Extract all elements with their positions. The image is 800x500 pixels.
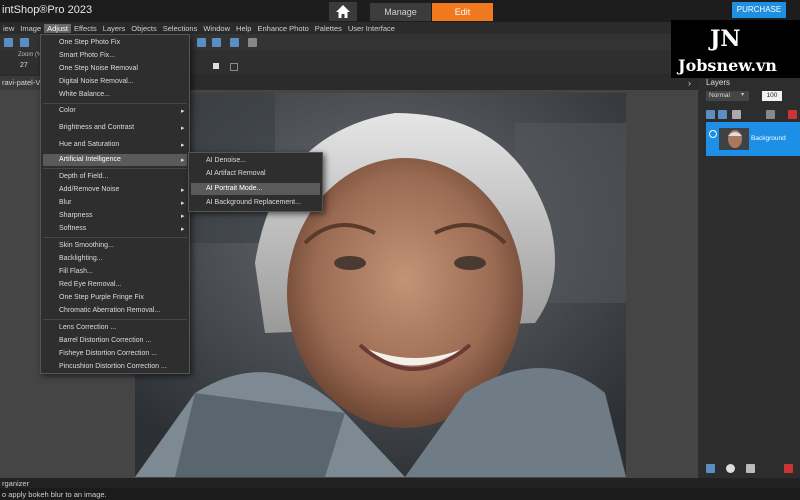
purchase-button[interactable]: PURCHASE — [732, 2, 786, 18]
menu-item-depth-of-field[interactable]: Depth of Field... — [59, 173, 108, 180]
submenu-arrow-icon: ▸ — [181, 142, 185, 149]
zoom-out-icon[interactable] — [212, 38, 221, 47]
home-icon — [336, 5, 350, 18]
submenu-item-ai-artifact-removal[interactable]: AI Artifact Removal — [206, 170, 266, 177]
submenu-arrow-icon: ▸ — [181, 213, 185, 220]
new-raster-layer-icon[interactable] — [706, 464, 715, 473]
submenu-arrow-icon: ▸ — [181, 226, 185, 233]
app-title: intShop®Pro 2023 — [2, 4, 93, 16]
brush-icon[interactable] — [248, 38, 257, 47]
menu-item-blur[interactable]: Blur — [59, 199, 71, 206]
menu-view[interactable]: iew — [0, 24, 17, 33]
menu-item-chromatic-aberration-removal[interactable]: Chromatic Aberration Removal... — [59, 307, 160, 314]
visibility-icon[interactable] — [709, 130, 717, 138]
tab-manage[interactable]: Manage — [370, 3, 431, 21]
mask-layer-icon[interactable] — [746, 464, 755, 473]
menu-item-sharpness[interactable]: Sharpness — [59, 212, 92, 219]
submenu-arrow-icon: ▸ — [181, 108, 185, 115]
submenu-arrow-icon: ▸ — [181, 125, 185, 132]
new-icon[interactable] — [4, 38, 13, 47]
organizer-tab[interactable]: rganizer — [2, 479, 29, 488]
menu-item-smart-photo-fix[interactable]: Smart Photo Fix... — [59, 52, 115, 59]
submenu-item-ai-portrait-mode[interactable]: AI Portrait Mode... — [206, 185, 262, 192]
home-button[interactable] — [329, 2, 357, 21]
menu-item-red-eye-removal[interactable]: Red Eye Removal... — [59, 281, 121, 288]
layer-thumbnail — [719, 128, 749, 150]
submenu-item-ai-denoise[interactable]: AI Denoise... — [206, 157, 246, 164]
menu-separator — [43, 168, 187, 169]
submenu-arrow-icon: ▸ — [181, 200, 185, 207]
layer-tools — [706, 110, 797, 120]
chevron-down-icon[interactable]: ▾ — [741, 91, 744, 98]
menu-separator — [43, 319, 187, 320]
menu-item-digital-noise-removal[interactable]: Digital Noise Removal... — [59, 78, 134, 85]
zoom-in-icon[interactable] — [197, 38, 206, 47]
menu-item-one-step-photo-fix[interactable]: One Step Photo Fix — [59, 39, 120, 46]
menu-selections[interactable]: Selections — [160, 24, 201, 33]
portrait-photo[interactable] — [135, 93, 626, 477]
ai-submenu: AI Denoise... AI Artifact Removal AI Por… — [188, 152, 323, 212]
adjustment-layer-icon[interactable] — [726, 464, 735, 473]
menu-item-skin-smoothing[interactable]: Skin Smoothing... — [59, 242, 114, 249]
opacity-field[interactable]: 100 — [762, 91, 782, 101]
menu-palettes[interactable]: Palettes — [312, 24, 345, 33]
menu-item-pincushion-distortion[interactable]: Pincushion Distortion Correction ... — [59, 363, 167, 370]
menu-item-add-remove-noise[interactable]: Add/Remove Noise — [59, 186, 119, 193]
menu-item-barrel-distortion[interactable]: Barrel Distortion Correction ... — [59, 337, 151, 344]
grid-icon[interactable] — [230, 63, 238, 71]
menu-item-fill-flash[interactable]: Fill Flash... — [59, 268, 93, 275]
palette-bottom-tools — [700, 462, 800, 476]
layers-title: Layers — [706, 78, 731, 87]
menu-separator — [43, 237, 187, 238]
open-icon[interactable] — [20, 38, 29, 47]
submenu-arrow-icon: ▸ — [181, 187, 185, 194]
menu-item-hue-saturation[interactable]: Hue and Saturation — [59, 141, 119, 148]
menu-item-one-step-noise-removal[interactable]: One Step Noise Removal — [59, 65, 138, 72]
logo-mark: JN — [710, 26, 741, 52]
zoom-value[interactable]: 27 — [20, 62, 28, 69]
new-vector-layer-icon[interactable] — [718, 110, 727, 119]
menu-item-color[interactable]: Color — [59, 107, 76, 114]
menu-item-brightness-contrast[interactable]: Brightness and Contrast — [59, 124, 134, 131]
menu-separator — [43, 103, 187, 104]
menu-item-purple-fringe-fix[interactable]: One Step Purple Fringe Fix — [59, 294, 144, 301]
menu-enhance-photo[interactable]: Enhance Photo — [254, 24, 311, 33]
chevron-right-icon[interactable]: › — [688, 78, 691, 88]
menu-layers[interactable]: Layers — [100, 24, 129, 33]
organizer-bar — [0, 478, 800, 488]
menu-window[interactable]: Window — [200, 24, 233, 33]
tab-edit[interactable]: Edit — [432, 3, 493, 21]
status-bar — [0, 488, 800, 500]
menu-adjust[interactable]: Adjust — [44, 23, 71, 33]
menu-user-interface[interactable]: User Interface — [345, 24, 398, 33]
menu-item-lens-correction[interactable]: Lens Correction ... — [59, 324, 116, 331]
mask-icon[interactable] — [732, 110, 741, 119]
menu-bar: iew Image Adjust Effects Layers Objects … — [0, 22, 395, 34]
submenu-arrow-icon: ▸ — [181, 157, 185, 164]
menu-objects[interactable]: Objects — [128, 24, 159, 33]
adjust-menu: One Step Photo Fix Smart Photo Fix... On… — [40, 34, 190, 374]
actual-size-icon[interactable] — [213, 63, 219, 69]
menu-image[interactable]: Image — [17, 24, 44, 33]
menu-help[interactable]: Help — [233, 24, 254, 33]
menu-item-fisheye-distortion[interactable]: Fisheye Distortion Correction ... — [59, 350, 157, 357]
lock-icon[interactable] — [766, 110, 775, 119]
menu-item-softness[interactable]: Softness — [59, 225, 86, 232]
menu-item-white-balance[interactable]: White Balance... — [59, 91, 110, 98]
layer-name: Background — [751, 135, 786, 142]
zoom-label: Zoom (% — [18, 52, 43, 58]
fit-window-icon[interactable] — [230, 38, 239, 47]
status-text: o apply bokeh blur to an image. — [2, 490, 107, 499]
logo-text: Jobsnew.vn — [678, 56, 777, 75]
delete-layer-icon[interactable] — [784, 464, 793, 473]
menu-item-artificial-intelligence[interactable]: Artificial Intelligence — [59, 156, 121, 163]
menu-effects[interactable]: Effects — [71, 24, 100, 33]
menu-item-backlighting[interactable]: Backlighting... — [59, 255, 103, 262]
delete-icon[interactable] — [788, 110, 797, 119]
submenu-item-ai-background-replacement[interactable]: AI Background Replacement... — [206, 199, 301, 206]
new-layer-icon[interactable] — [706, 110, 715, 119]
